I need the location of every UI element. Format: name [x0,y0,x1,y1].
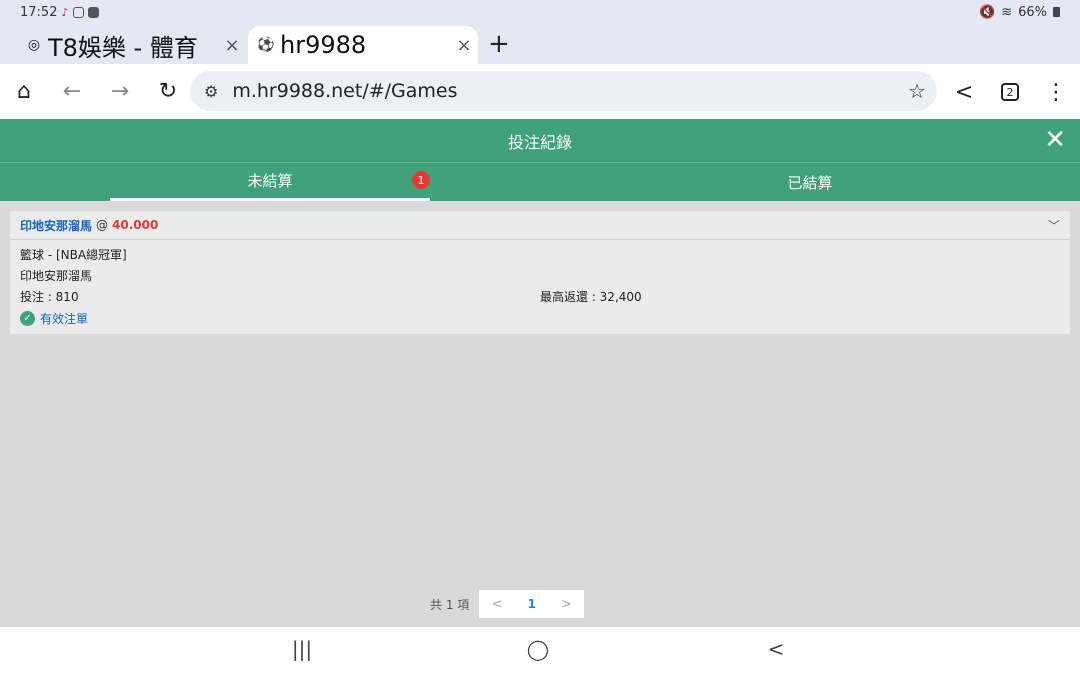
arrow-left-icon: ← [62,79,82,104]
site-settings-icon[interactable]: ⚙ [204,82,218,101]
tab-title: T8娛樂 - 體育 [48,33,198,62]
tab-close-icon[interactable]: × [218,35,246,56]
home-icon: ⌂ [17,79,31,104]
share-button[interactable]: < [940,68,988,116]
soccer-ball-icon: ⚽ [257,37,275,53]
bet-status: ✓ 有效注單 [20,308,1060,329]
reload-button[interactable]: ↻ [144,68,192,116]
bet-status-label: 有效注單 [40,312,89,326]
bet-team: 印地安那溜馬 [20,269,93,283]
instagram-icon [72,6,84,18]
tab-title: hr9988 [280,31,367,59]
system-nav-bar: ||| ◯ < [0,627,1080,675]
recent-apps-button[interactable]: ||| [282,637,322,661]
new-tab-button[interactable]: + [488,26,510,62]
bet-card[interactable]: 印地安那溜馬 @ 40.000 ﹀ 籃球 - [NBA總冠軍] 印地安那溜馬 投… [10,211,1070,334]
bet-odds: 40.000 [112,218,159,232]
address-toolbar: ⌂ ← → ↻ ⚙ m.hr9988.net/#/Games ☆ < 2 ⋮ [0,64,1080,119]
at-sign: @ [96,218,109,232]
browser-menu-button[interactable]: ⋮ [1032,68,1080,116]
tab-label: 已結算 [787,173,833,192]
unsettled-count-badge: 1 [412,171,430,189]
tiktok-icon: ♪ [61,5,69,19]
back-system-button[interactable]: < [756,637,796,661]
status-bar: 17:52 ♪ 🔇 ≋ 66% [0,0,1080,24]
more-vert-icon: ⋮ [1045,79,1067,105]
check-circle-icon: ✓ [20,311,35,326]
messenger-icon [87,6,99,18]
bet-list: 印地安那溜馬 @ 40.000 ﹀ 籃球 - [NBA總冠軍] 印地安那溜馬 投… [0,201,1080,627]
tab-unsettled[interactable]: 未結算 [110,163,430,201]
prev-page-button[interactable]: < [492,597,503,612]
reload-icon: ↻ [158,79,178,104]
url-text[interactable]: m.hr9988.net/#/Games [232,80,897,102]
close-icon[interactable]: ✕ [1044,125,1066,155]
chevron-down-icon[interactable]: ﹀ [1048,217,1060,234]
tab-label: 未結算 [247,172,293,190]
page-number-current[interactable]: 1 [528,597,536,611]
back-button[interactable]: ← [48,68,96,116]
battery-icon [1053,7,1060,17]
home-button[interactable]: ⌂ [0,68,48,116]
bet-market: 籃球 - [NBA總冠軍] [20,248,127,262]
browser-tab-t8[interactable]: ◎ T8娛樂 - 體育 × [14,26,246,64]
tab-switcher-button[interactable]: 2 [986,68,1034,116]
page-title: 投注紀錄 [507,132,572,152]
bet-status-tabs: 未結算 1 已結算 [0,162,1080,201]
pagination-controls: < 1 > [479,590,585,618]
browser-tab-hr9988[interactable]: ⚽ hr9988 × [248,26,478,64]
battery-percent: 66% [1018,4,1047,20]
globe-icon: ◎ [27,37,41,53]
tab-count: 2 [1001,83,1019,101]
url-bar[interactable]: ⚙ m.hr9988.net/#/Games ☆ [190,71,937,111]
forward-button[interactable]: → [96,68,144,116]
pagination: 共 1 項 < 1 > [430,590,585,618]
bet-max-return: 最高返還 : 32,400 [540,290,642,304]
arrow-right-icon: → [110,79,130,104]
tab-settled[interactable]: 已結算 [540,163,1080,201]
clock: 17:52 [20,4,58,20]
browser-tab-strip: ◎ T8娛樂 - 體育 × ⚽ hr9988 × + [0,24,1080,64]
wifi-icon: ≋ [1001,4,1013,20]
home-system-button[interactable]: ◯ [518,637,558,661]
bet-card-body: 籃球 - [NBA總冠軍] 印地安那溜馬 投注 : 810 最高返還 : 32,… [10,240,1070,334]
bet-selection: 印地安那溜馬 [20,218,93,233]
share-icon: < [954,79,974,105]
bet-card-header[interactable]: 印地安那溜馬 @ 40.000 ﹀ [10,211,1070,240]
page-header: 投注紀錄 ✕ [0,119,1080,162]
pagination-total: 共 1 項 [430,597,470,612]
mute-icon: 🔇 [979,4,996,20]
next-page-button[interactable]: > [561,597,572,612]
bookmark-star-icon[interactable]: ☆ [897,79,937,103]
tab-close-icon[interactable]: × [450,35,478,56]
